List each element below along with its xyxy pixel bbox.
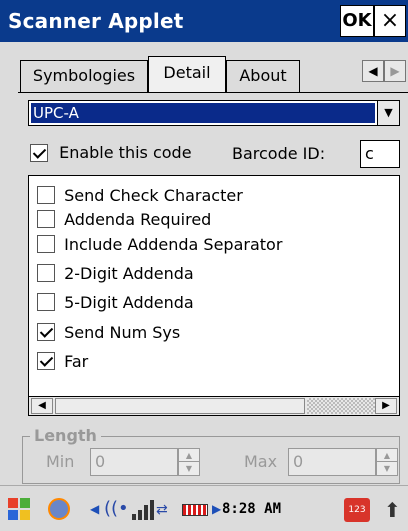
enable-code-label: Enable this code	[59, 143, 192, 162]
include-addenda-separator-checkbox[interactable]	[37, 234, 55, 253]
scroll-thumb[interactable]	[55, 398, 305, 414]
tab-about[interactable]: About	[226, 60, 300, 92]
enable-code-row: Enable this code	[30, 142, 192, 162]
enable-code-checkbox[interactable]	[30, 143, 48, 162]
option-5-digit-addenda[interactable]: 5-Digit Addenda	[37, 291, 194, 313]
signal-bar	[144, 505, 148, 520]
min-up-icon[interactable]: ▲	[179, 449, 199, 462]
tray-scroll-left-icon[interactable]: ◀	[90, 502, 99, 516]
close-button[interactable]: ×	[374, 5, 406, 37]
options-list: Send Check Character Addenda Required In…	[28, 175, 400, 415]
barcode-id-input[interactable]: c	[360, 140, 400, 168]
option-label: Include Addenda Separator	[64, 234, 283, 254]
tab-scroll-right-button[interactable]: ▶	[384, 60, 406, 82]
addenda-required-checkbox[interactable]	[37, 209, 55, 228]
logo-quadrant	[20, 498, 30, 508]
option-label: Send Num Sys	[64, 322, 181, 342]
window-title: Scanner Applet	[8, 9, 184, 33]
logo-quadrant	[20, 510, 30, 520]
max-length-input[interactable]: 0	[288, 448, 376, 476]
keyboard-input-icon[interactable]: 123	[344, 498, 370, 522]
option-far[interactable]: Far	[37, 350, 88, 372]
barcode-id-label: Barcode ID:	[232, 144, 326, 163]
connectivity-icon[interactable]: ⇄	[156, 498, 180, 522]
option-addenda-required[interactable]: Addenda Required	[37, 208, 211, 230]
option-label: 2-Digit Addenda	[64, 263, 194, 283]
tab-detail[interactable]: Detail	[148, 56, 226, 92]
tab-symbologies[interactable]: Symbologies	[20, 60, 148, 92]
option-send-check-character[interactable]: Send Check Character	[37, 184, 243, 206]
horizontal-scrollbar[interactable]: ◀ ▶	[28, 396, 400, 416]
send-num-sys-checkbox[interactable]	[37, 322, 55, 341]
option-label: 5-Digit Addenda	[64, 292, 194, 312]
min-down-icon[interactable]: ▼	[179, 462, 199, 475]
max-down-icon[interactable]: ▼	[377, 462, 397, 475]
tab-divider	[18, 92, 408, 93]
chevron-down-icon[interactable]: ▼	[377, 101, 399, 125]
option-send-num-sys[interactable]: Send Num Sys	[37, 321, 180, 343]
max-up-icon[interactable]: ▲	[377, 449, 397, 462]
min-length-input[interactable]: 0	[90, 448, 178, 476]
scroll-track[interactable]	[307, 398, 375, 414]
option-2-digit-addenda[interactable]: 2-Digit Addenda	[37, 262, 194, 284]
symbology-dropdown[interactable]: UPC-A ▼	[28, 100, 400, 126]
option-label: Far	[64, 351, 89, 371]
option-label: Send Check Character	[64, 185, 243, 205]
signal-bar	[150, 500, 154, 520]
length-group-title: Length	[30, 426, 101, 445]
min-length-stepper[interactable]: ▲ ▼	[178, 448, 200, 476]
battery-icon[interactable]	[182, 504, 208, 516]
signal-strength-icon[interactable]	[130, 498, 154, 522]
symbology-selected-value: UPC-A	[31, 103, 375, 123]
windows-start-icon[interactable]	[8, 498, 32, 522]
max-length-stepper[interactable]: ▲ ▼	[376, 448, 398, 476]
ok-button[interactable]: OK	[340, 5, 374, 37]
5-digit-addenda-checkbox[interactable]	[37, 292, 55, 311]
wifi-icon[interactable]: ((•	[104, 498, 129, 522]
far-checkbox[interactable]	[37, 351, 55, 370]
min-label: Min	[46, 452, 75, 471]
logo-quadrant	[8, 510, 18, 520]
max-label: Max	[244, 452, 278, 471]
signal-bar	[132, 514, 136, 520]
option-label: Addenda Required	[64, 209, 212, 229]
tray-scroll-right-icon[interactable]: ▶	[212, 502, 221, 516]
activesync-icon[interactable]	[48, 498, 70, 520]
signal-bar	[138, 510, 142, 520]
tab-scroll-left-button[interactable]: ◀	[362, 60, 384, 82]
clock[interactable]: 8:28 AM	[222, 501, 281, 517]
send-check-character-checkbox[interactable]	[37, 185, 55, 204]
scroll-left-button[interactable]: ◀	[31, 398, 53, 414]
arrow-up-icon[interactable]: ⬆	[384, 498, 408, 522]
logo-quadrant	[8, 498, 18, 508]
title-bar: Scanner Applet OK ×	[0, 0, 408, 42]
scroll-right-button[interactable]: ▶	[375, 398, 397, 414]
taskbar: ◀ ((• ⇄ ▶ 8:28 AM 123 ⬆	[0, 485, 408, 531]
2-digit-addenda-checkbox[interactable]	[37, 263, 55, 282]
option-include-addenda-separator[interactable]: Include Addenda Separator	[37, 233, 282, 255]
tab-strip: Symbologies Detail About	[0, 42, 408, 92]
